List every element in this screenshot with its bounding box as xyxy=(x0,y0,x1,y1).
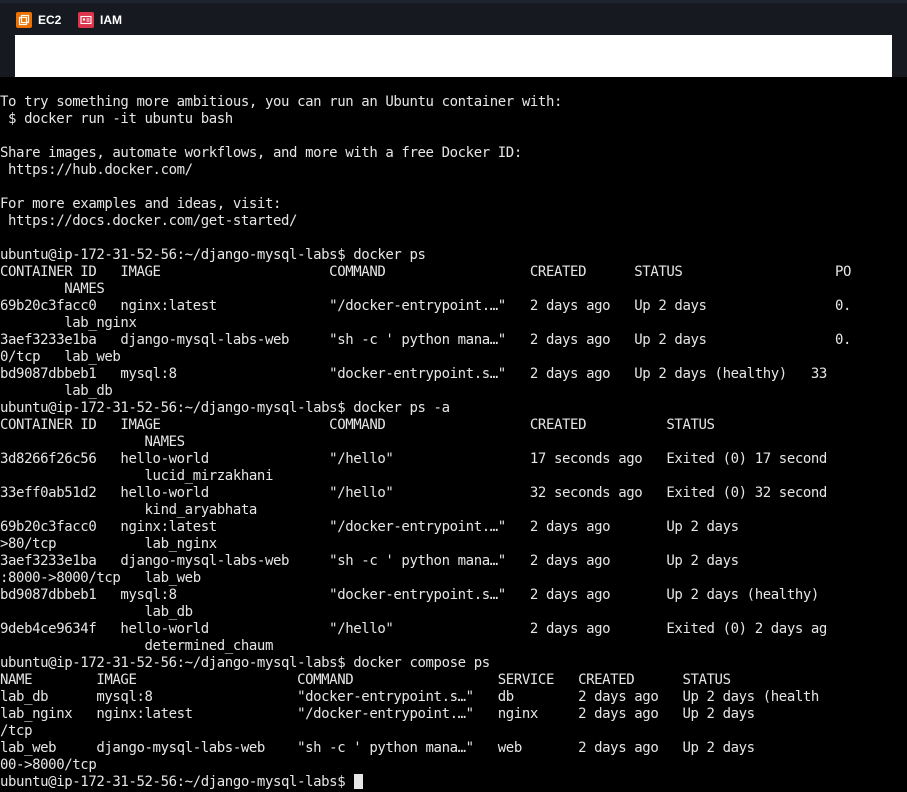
terminal-line: To try something more ambitious, you can… xyxy=(0,94,563,110)
terminal-line: https://hub.docker.com/ xyxy=(0,162,193,178)
terminal-cursor xyxy=(354,774,364,789)
terminal-line: 00->8000/tcp xyxy=(0,757,97,773)
terminal-line: :8000->8000/tcp lab_web xyxy=(0,570,201,586)
terminal-line: 69b20c3facc0 nginx:latest "/docker-entry… xyxy=(0,298,852,314)
favorite-iam[interactable]: IAM xyxy=(78,11,122,29)
ec2-icon xyxy=(16,12,32,28)
terminal-line: 9deb4ce9634f hello-world "/hello" 2 days… xyxy=(0,621,827,637)
terminal-line: determined_chaum xyxy=(0,638,274,654)
terminal-line: lab_nginx xyxy=(0,315,137,331)
terminal-line: lab_db mysql:8 "docker-entrypoint.s…" db… xyxy=(0,689,819,705)
favorite-iam-label: IAM xyxy=(100,13,122,27)
terminal-line: lab_nginx nginx:latest "/docker-entrypoi… xyxy=(0,706,755,722)
terminal-prompt: ubuntu@ip-172-31-52-56:~/django-mysql-la… xyxy=(0,774,354,790)
terminal-line: 3d8266f26c56 hello-world "/hello" 17 sec… xyxy=(0,451,827,467)
terminal-line: NAMES xyxy=(0,281,105,297)
terminal-line: 33eff0ab51d2 hello-world "/hello" 32 sec… xyxy=(0,485,827,501)
terminal-line: bd9087dbbeb1 mysql:8 "docker-entrypoint.… xyxy=(0,366,827,382)
iam-icon xyxy=(78,12,94,28)
terminal-line: 0/tcp lab_web xyxy=(0,349,121,365)
terminal-line: ubuntu@ip-172-31-52-56:~/django-mysql-la… xyxy=(0,655,490,671)
terminal-line: Share images, automate workflows, and mo… xyxy=(0,145,522,161)
terminal-line: CONTAINER ID IMAGE COMMAND CREATED STATU… xyxy=(0,264,852,280)
terminal-line: ubuntu@ip-172-31-52-56:~/django-mysql-la… xyxy=(0,247,426,263)
terminal-line: $ docker run -it ubuntu bash xyxy=(0,111,233,127)
terminal-line: lucid_mirzakhani xyxy=(0,468,274,484)
terminal-line: NAME IMAGE COMMAND SERVICE CREATED STATU… xyxy=(0,672,731,688)
terminal-line: NAMES xyxy=(0,434,186,450)
blank-panel xyxy=(15,35,892,77)
terminal[interactable]: To try something more ambitious, you can… xyxy=(0,94,907,792)
terminal-line: For more examples and ideas, visit: xyxy=(0,196,282,212)
terminal-line: lab_db xyxy=(0,604,194,620)
favorite-ec2[interactable]: EC2 xyxy=(16,11,61,29)
terminal-line: 3aef3233e1ba django-mysql-labs-web "sh -… xyxy=(0,332,852,348)
terminal-line: ubuntu@ip-172-31-52-56:~/django-mysql-la… xyxy=(0,400,450,416)
terminal-line: /tcp xyxy=(0,723,33,739)
terminal-line: lab_db xyxy=(0,383,113,399)
terminal-output: To try something more ambitious, you can… xyxy=(0,94,907,774)
terminal-line: lab_web django-mysql-labs-web "sh -c ' p… xyxy=(0,740,755,756)
terminal-line: >80/tcp lab_nginx xyxy=(0,536,217,552)
terminal-line: 69b20c3facc0 nginx:latest "/docker-entry… xyxy=(0,519,739,535)
terminal-line: 3aef3233e1ba django-mysql-labs-web "sh -… xyxy=(0,553,739,569)
terminal-prompt-line[interactable]: ubuntu@ip-172-31-52-56:~/django-mysql-la… xyxy=(0,774,907,791)
favorites-bar: EC2 IAM xyxy=(0,0,907,35)
console-header-band xyxy=(0,35,907,77)
terminal-line: https://docs.docker.com/get-started/ xyxy=(0,213,298,229)
favorite-ec2-label: EC2 xyxy=(38,13,62,27)
terminal-line: kind_aryabhata xyxy=(0,502,258,518)
terminal-line: CONTAINER ID IMAGE COMMAND CREATED STATU… xyxy=(0,417,715,433)
terminal-line: bd9087dbbeb1 mysql:8 "docker-entrypoint.… xyxy=(0,587,819,603)
